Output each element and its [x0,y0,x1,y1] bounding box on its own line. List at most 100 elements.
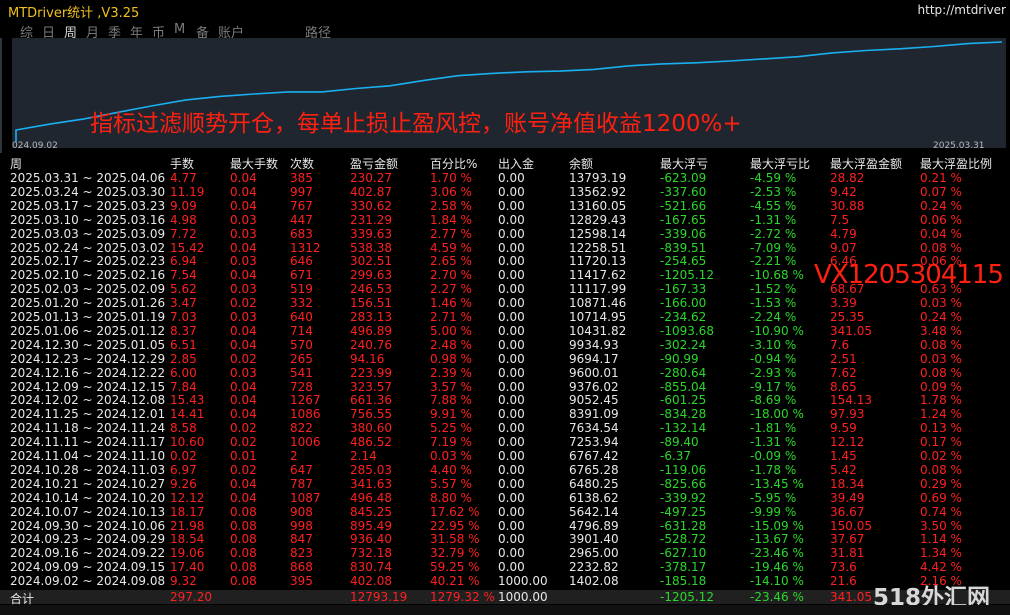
table-cell: 3.39 [830,296,857,311]
table-cell: 0.00 [498,393,525,408]
table-row[interactable]: 2024.10.07 ~ 2024.10.13 18.17 0.08 908 845.2… [0,505,1010,519]
table-cell: 14.41 [170,407,205,422]
table-cell: 1006 [290,435,321,450]
table-cell: 19.06 [170,546,205,561]
table-row[interactable]: 2024.10.28 ~ 2024.11.03 6.97 0.02 647 285.03… [0,463,1010,477]
table-cell: 9.07 [830,240,857,255]
table-row[interactable]: 2025.01.06 ~ 2025.01.12 8.37 0.04 714 496.89… [0,324,1010,338]
table-cell: -167.33 [660,282,707,297]
table-cell: 40.21 % [430,574,480,589]
table-cell: -13.45 % [750,476,804,491]
column-header[interactable]: 周 [10,155,22,172]
column-header[interactable]: 最大浮盈金额 [830,155,902,172]
table-cell: 570 [290,337,313,352]
table-cell: -0.09 % [750,449,797,463]
table-row[interactable]: 2024.10.14 ~ 2024.10.20 12.12 0.04 1087 496.… [0,491,1010,505]
table-row[interactable]: 2024.09.16 ~ 2024.09.22 19.06 0.08 823 732.1… [0,546,1010,560]
table-row[interactable]: 2024.09.30 ~ 2024.10.06 21.98 0.08 998 895.4… [0,519,1010,533]
table-cell: 0.00 [498,407,525,422]
table-row[interactable]: 2024.12.02 ~ 2024.12.08 15.43 0.04 1267 661.… [0,393,1010,407]
table-row[interactable]: 2024.11.25 ~ 2024.12.01 14.41 0.04 1086 756.… [0,407,1010,421]
table-cell: 0.00 [498,379,525,394]
table-cell: 8391.09 [569,407,619,422]
title-bar: MTDriver统计 ,V3.25 http://mtdriver [0,0,1010,21]
table-cell: 1.84 % [430,212,472,227]
table-row[interactable]: 2025.01.20 ~ 2025.01.26 3.47 0.02 332 156.51… [0,296,1010,310]
table-cell: 0.02 [230,435,257,450]
table-row[interactable]: 2025.03.10 ~ 2025.03.16 4.98 0.03 447 231.29… [0,213,1010,227]
table-row[interactable]: 2025.03.17 ~ 2025.03.23 9.09 0.04 767 330.62… [0,199,1010,213]
tab-7[interactable]: M [174,22,185,37]
table-row[interactable]: 2024.12.30 ~ 2025.01.05 6.51 0.04 570 240.76… [0,338,1010,352]
table-cell: 12.12 [170,490,205,505]
table-row[interactable]: 2024.11.04 ~ 2024.11.10 0.02 0.01 2 2.14 0.03… [0,449,1010,463]
table-cell: -528.72 [660,532,707,547]
column-header[interactable]: 最大浮盈比例 [920,155,992,172]
table-cell: 4796.89 [569,518,619,533]
table-row[interactable]: 2024.09.23 ~ 2024.09.29 18.54 0.08 847 936.4… [0,532,1010,546]
table-cell: 9052.45 [569,393,619,408]
table-cell: 5.57 % [430,476,472,491]
table-cell: -7.09 % [750,240,797,255]
table-cell: -89.40 [660,435,699,450]
table-cell: -337.60 [660,184,707,199]
app-url-link[interactable]: http://mtdriver [918,3,1006,17]
table-cell: 0.00 [498,240,525,255]
table-row[interactable]: 2024.12.09 ~ 2024.12.15 7.84 0.04 728 323.57… [0,380,1010,394]
table-cell: 2024.11.11 ~ 2024.11.17 [10,435,166,450]
table-cell: 6138.62 [569,490,619,505]
table-cell: 21.98 [170,518,205,533]
table-row[interactable]: 2024.10.21 ~ 2024.10.27 9.26 0.04 787 341.63… [0,477,1010,491]
table-cell: 7.62 [830,365,857,380]
column-header[interactable]: 出入金 [498,155,534,172]
table-cell: -2.93 % [750,365,797,380]
table-cell: 6767.42 [569,449,619,463]
table-row[interactable]: 2024.11.18 ~ 2024.11.24 8.58 0.02 822 380.60… [0,421,1010,435]
table-cell: 0.00 [498,518,525,533]
table-cell: -4.59 % [750,171,797,185]
table-cell: 5.25 % [430,421,472,436]
table-cell: 2025.03.10 ~ 2025.03.16 [10,212,166,227]
table-row[interactable]: 2025.02.24 ~ 2025.03.02 15.42 0.04 1312 538.… [0,241,1010,255]
table-cell: 2.65 % [430,254,472,269]
table-cell: 845.25 [350,504,392,519]
table-cell: 2.85 [170,351,197,366]
total-cell: -1205.12 [660,590,714,604]
table-cell: 714 [290,323,313,338]
table-row[interactable]: 2025.01.13 ~ 2025.01.19 7.03 0.03 640 283.13… [0,310,1010,324]
column-header[interactable]: 百分比% [430,155,477,172]
table-row[interactable]: 2024.09.09 ~ 2024.09.15 17.40 0.08 868 830.7… [0,560,1010,574]
table-row[interactable]: 2024.09.02 ~ 2024.09.08 9.32 0.08 395 402.08… [0,574,1010,588]
table-cell: 0.00 [498,268,525,283]
table-cell: 2024.09.16 ~ 2024.09.22 [10,546,166,561]
table-cell: -1205.12 [660,268,714,283]
table-row[interactable]: 2024.11.11 ~ 2024.11.17 10.60 0.02 1006 486.… [0,435,1010,449]
table-cell: 0.00 [498,171,525,185]
table-cell: 0.03 [230,226,257,241]
table-row[interactable]: 2025.03.31 ~ 2025.04.06 4.77 0.04 385 230.27… [0,171,1010,185]
table-cell: -855.04 [660,379,707,394]
table-cell: 2024.12.16 ~ 2024.12.22 [10,365,166,380]
table-cell: 13160.05 [569,198,627,213]
table-cell: -23.46 % [750,546,804,561]
table-cell: 36.67 [830,504,865,519]
bottom-scroll-strip[interactable] [0,605,1010,615]
column-header[interactable]: 最大浮亏 [660,155,708,172]
column-header[interactable]: 手数 [170,155,194,172]
table-cell: -8.69 % [750,393,797,408]
table-cell: -18.00 % [750,407,804,422]
table-row[interactable]: 2024.12.16 ~ 2024.12.22 6.00 0.03 541 223.99… [0,366,1010,380]
column-header[interactable]: 最大浮亏比 [750,155,810,172]
column-header[interactable]: 最大手数 [230,155,278,172]
column-header[interactable]: 盈亏金额 [350,155,398,172]
table-cell: 3.47 [170,296,197,311]
column-header[interactable]: 次数 [290,155,314,172]
table-cell: 1312 [290,240,321,255]
table-cell: 0.02 % [920,449,962,463]
table-cell: 5.62 [170,282,197,297]
table-cell: -0.94 % [750,351,797,366]
table-row[interactable]: 2024.12.23 ~ 2024.12.29 2.85 0.02 265 94.16 0… [0,352,1010,366]
table-row[interactable]: 2025.03.03 ~ 2025.03.09 7.72 0.03 683 339.63… [0,227,1010,241]
column-header[interactable]: 余额 [569,155,593,172]
table-row[interactable]: 2025.03.24 ~ 2025.03.30 11.19 0.04 997 402.8… [0,185,1010,199]
